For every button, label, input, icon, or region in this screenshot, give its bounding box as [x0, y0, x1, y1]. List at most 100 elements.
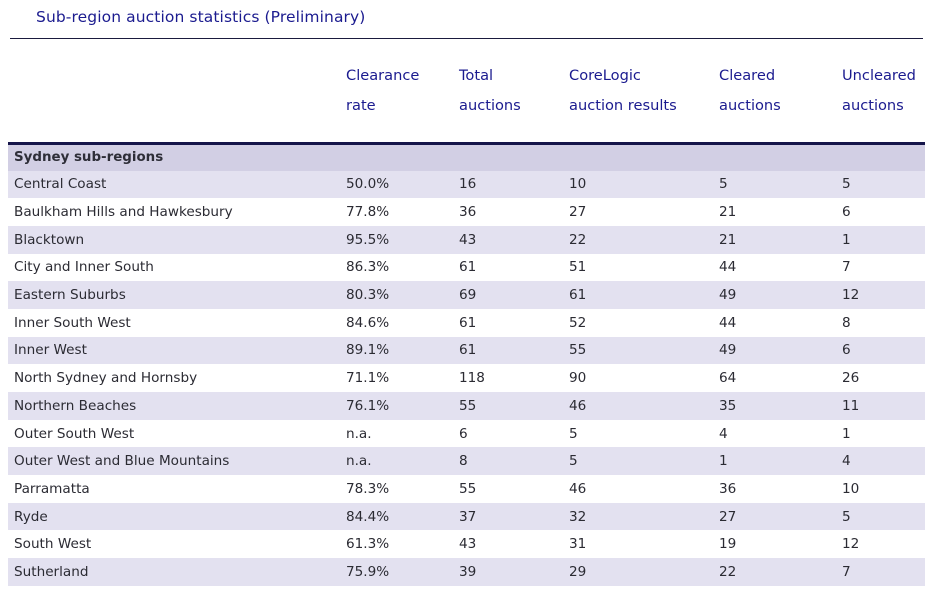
column-header-corelogic-line2: auction results: [569, 97, 677, 114]
table-row: Central Coast 50.0% 16 10 5 5: [8, 170, 925, 199]
table-row: Blacktown 95.5% 43 22 21 1: [8, 225, 925, 254]
cell-rate: 89.1%: [342, 336, 455, 365]
cell-rate: 84.6%: [342, 308, 455, 337]
table-row: South West 61.3% 43 31 19 12: [8, 530, 925, 559]
cell-total: 39: [455, 558, 565, 586]
cell-uncleared: 5: [838, 502, 925, 531]
section-header-row: Sydney sub-regions: [8, 141, 925, 171]
column-header-total-auctions-line2: auctions: [459, 97, 521, 114]
cell-cleared: 44: [715, 253, 838, 282]
cell-cleared: 22: [715, 558, 838, 586]
cell-total: 36: [455, 198, 565, 226]
cell-rate: 95.5%: [342, 225, 455, 254]
cell-total: 6: [455, 419, 565, 448]
table-row: Sutherland 75.9% 39 29 22 7: [8, 558, 925, 586]
column-header-corelogic-auction-results: CoreLogic auction results: [565, 39, 715, 143]
cell-rate: 78.3%: [342, 475, 455, 503]
column-header-total-auctions: Total auctions: [455, 39, 565, 143]
cell-core: 55: [565, 336, 715, 365]
cell-region: Northern Beaches: [8, 392, 342, 420]
cell-cleared: 27: [715, 502, 838, 531]
auction-statistics-page: Sub-region auction statistics (Prelimina…: [0, 0, 933, 604]
cell-core: 5: [565, 447, 715, 476]
cell-region: Baulkham Hills and Hawkesbury: [8, 198, 342, 226]
table-row: Eastern Suburbs 80.3% 69 61 49 12: [8, 281, 925, 309]
cell-cleared: 44: [715, 308, 838, 337]
cell-rate: 75.9%: [342, 558, 455, 586]
cell-uncleared: 7: [838, 558, 925, 586]
table-row: Parramatta 78.3% 55 46 36 10: [8, 475, 925, 503]
column-header-cleared-auctions: Cleared auctions: [715, 39, 838, 143]
cell-cleared: 21: [715, 198, 838, 226]
cell-total: 43: [455, 530, 565, 559]
cell-rate: n.a.: [342, 447, 455, 476]
cell-uncleared: 26: [838, 364, 925, 392]
cell-rate: 61.3%: [342, 530, 455, 559]
column-header-clearance-rate: Clearance rate: [342, 39, 455, 143]
table-row: Northern Beaches 76.1% 55 46 35 11: [8, 392, 925, 420]
cell-total: 55: [455, 475, 565, 503]
cell-uncleared: 12: [838, 530, 925, 559]
cell-core: 22: [565, 225, 715, 254]
cell-rate: 84.4%: [342, 502, 455, 531]
cell-cleared: 64: [715, 364, 838, 392]
cell-cleared: 19: [715, 530, 838, 559]
cell-total: 43: [455, 225, 565, 254]
cell-cleared: 35: [715, 392, 838, 420]
cell-rate: 86.3%: [342, 253, 455, 282]
cell-rate: 80.3%: [342, 281, 455, 309]
cell-rate: 71.1%: [342, 364, 455, 392]
cell-rate: 76.1%: [342, 392, 455, 420]
cell-total: 55: [455, 392, 565, 420]
cell-cleared: 49: [715, 336, 838, 365]
cell-region: Ryde: [8, 502, 342, 531]
page-title: Sub-region auction statistics (Prelimina…: [36, 8, 366, 26]
cell-core: 51: [565, 253, 715, 282]
cell-core: 31: [565, 530, 715, 559]
cell-cleared: 4: [715, 419, 838, 448]
table-row: Outer West and Blue Mountains n.a. 8 5 1 4: [8, 447, 925, 476]
cell-uncleared: 6: [838, 198, 925, 226]
column-header-uncleared-line2: auctions: [842, 97, 904, 114]
cell-cleared: 1: [715, 447, 838, 476]
cell-rate: 77.8%: [342, 198, 455, 226]
cell-rate: 50.0%: [342, 170, 455, 199]
cell-cleared: 21: [715, 225, 838, 254]
cell-region: Inner West: [8, 336, 342, 365]
cell-total: 37: [455, 502, 565, 531]
cell-core: 27: [565, 198, 715, 226]
table-row: Baulkham Hills and Hawkesbury 77.8% 36 27 21…: [8, 198, 925, 226]
cell-region: Sutherland: [8, 558, 342, 586]
cell-total: 118: [455, 364, 565, 392]
table-row: North Sydney and Hornsby 71.1% 118 90 64 26: [8, 364, 925, 392]
table-row: City and Inner South 86.3% 61 51 44 7: [8, 253, 925, 282]
cell-total: 16: [455, 170, 565, 199]
table-header: Clearance rate Total auctions CoreLogic …: [8, 39, 925, 143]
column-header-clearance-rate-line2: rate: [346, 97, 376, 114]
cell-core: 61: [565, 281, 715, 309]
cell-region: Blacktown: [8, 225, 342, 254]
cell-region: Outer West and Blue Mountains: [8, 447, 342, 476]
cell-cleared: 36: [715, 475, 838, 503]
table-row: Ryde 84.4% 37 32 27 5: [8, 502, 925, 531]
column-header-uncleared-auctions: Uncleared auctions: [838, 39, 925, 143]
cell-region: Inner South West: [8, 308, 342, 337]
column-header-uncleared-line1: Uncleared: [842, 67, 916, 84]
cell-total: 8: [455, 447, 565, 476]
cell-uncleared: 8: [838, 308, 925, 337]
cell-core: 10: [565, 170, 715, 199]
column-header-cleared-line2: auctions: [719, 97, 781, 114]
cell-rate: n.a.: [342, 419, 455, 448]
cell-core: 46: [565, 475, 715, 503]
cell-region: City and Inner South: [8, 253, 342, 282]
cell-core: 5: [565, 419, 715, 448]
cell-total: 61: [455, 336, 565, 365]
column-header-cleared-line1: Cleared: [719, 67, 776, 84]
table-row: Inner South West 84.6% 61 52 44 8: [8, 308, 925, 337]
cell-uncleared: 7: [838, 253, 925, 282]
title-bar: Sub-region auction statistics (Prelimina…: [0, 0, 933, 30]
cell-core: 46: [565, 392, 715, 420]
column-header-total-auctions-line1: Total: [459, 67, 494, 84]
cell-core: 32: [565, 502, 715, 531]
cell-uncleared: 10: [838, 475, 925, 503]
